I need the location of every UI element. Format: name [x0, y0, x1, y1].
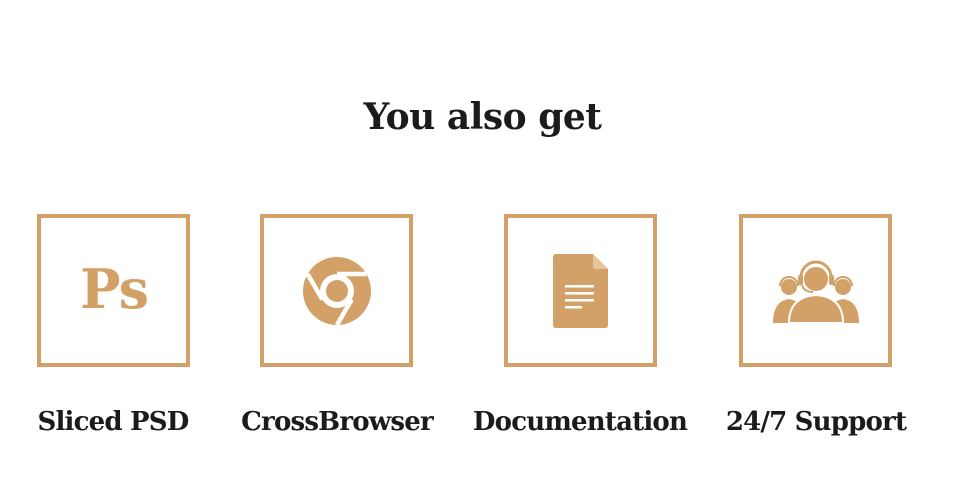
feature-label-support: 24/7 Support: [725, 407, 907, 437]
features-section: You also get Ps Sliced PSD CrossBrowser …: [0, 0, 965, 500]
feature-label-documentation: Documentation: [472, 407, 688, 437]
feature-label-crossbrowser: CrossBrowser: [241, 407, 433, 437]
document-icon: [552, 253, 608, 328]
section-title: You also get: [363, 96, 602, 138]
feature-box-crossbrowser: [260, 214, 413, 367]
feature-box-sliced-psd: Ps: [37, 214, 190, 367]
support-team-icon: [772, 260, 859, 323]
feature-box-documentation: [504, 214, 657, 367]
feature-label-sliced-psd: Sliced PSD: [37, 407, 189, 437]
feature-box-support: [739, 214, 892, 367]
chrome-icon: [302, 256, 371, 326]
photoshop-icon: Ps: [79, 256, 149, 321]
